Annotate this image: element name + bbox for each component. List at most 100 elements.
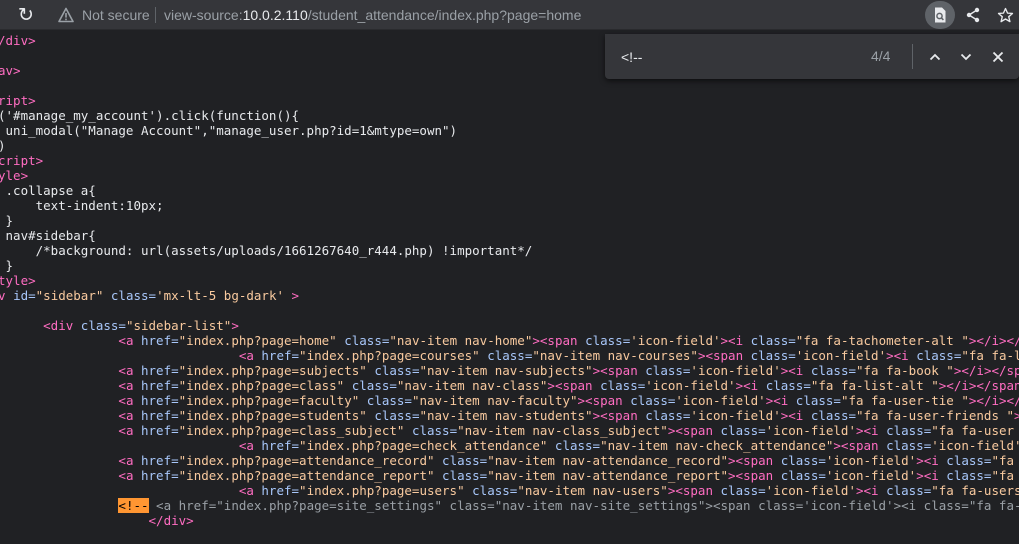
source-token: "index.php?page=attendance_record" bbox=[178, 453, 435, 468]
source-token: uni_modal("Manage Account","manage_user.… bbox=[0, 123, 458, 138]
source-token: class= bbox=[645, 363, 691, 378]
source-token: class= bbox=[600, 378, 646, 393]
source-line: <a href="index.php?page=class" class="na… bbox=[0, 378, 1019, 393]
source-token: class= bbox=[946, 453, 992, 468]
source-line: /div> bbox=[0, 33, 36, 48]
source-token: "fa fa-file " bbox=[991, 468, 1015, 483]
star-icon[interactable] bbox=[993, 3, 1017, 27]
source-token: href= bbox=[141, 408, 179, 423]
find-next-button[interactable] bbox=[954, 45, 978, 69]
source-token: ><span bbox=[547, 378, 601, 393]
source-token: } bbox=[5, 213, 14, 228]
source-token: "index.php?page=check_attendance" bbox=[299, 438, 548, 453]
source-token: <a bbox=[238, 348, 262, 363]
source-token: "fa fa-list-alt " bbox=[810, 378, 939, 393]
source-token: class= bbox=[780, 453, 826, 468]
source-token: class= bbox=[434, 453, 488, 468]
find-match-count: 4/4 bbox=[871, 48, 891, 64]
source-token: class= bbox=[750, 348, 796, 363]
source-token: class= bbox=[645, 408, 691, 423]
source-token: "index.php?page=faculty" bbox=[178, 393, 360, 408]
chevron-up-icon bbox=[929, 53, 941, 61]
source-token: > bbox=[284, 288, 300, 303]
source-token: .collapse a{ bbox=[0, 183, 96, 198]
source-token bbox=[0, 468, 118, 483]
source-token: v bbox=[0, 288, 6, 303]
find-divider bbox=[912, 44, 913, 69]
source-token: "fa fa-th-list " bbox=[991, 453, 1015, 468]
source-line: yle> bbox=[0, 168, 28, 183]
source-token: class= bbox=[336, 333, 390, 348]
security-status[interactable]: Not secure bbox=[82, 7, 150, 23]
chevron-down-icon bbox=[960, 53, 972, 61]
source-token: href= bbox=[141, 468, 179, 483]
source-token bbox=[0, 498, 118, 513]
warning-icon[interactable] bbox=[58, 7, 74, 23]
source-token: "fa fa-book " bbox=[856, 363, 954, 378]
source-token: "fa fa-user-friends " bbox=[856, 408, 1015, 423]
source-token: class= bbox=[404, 423, 458, 438]
source-token: "index.php?page=attendance_report" bbox=[178, 468, 435, 483]
source-line: ) bbox=[0, 138, 6, 153]
zoom-icon[interactable] bbox=[925, 1, 955, 29]
source-token: ><span bbox=[728, 453, 781, 468]
source-token: "nav-item nav-attendance_report" bbox=[487, 468, 729, 483]
source-token: 'mx-lt-5 bg-dark' bbox=[156, 288, 284, 303]
source-token: "index.php?page=students" bbox=[178, 408, 367, 423]
source-token: class= bbox=[366, 363, 420, 378]
source-token: <a href="index.php?page=site_settings" c… bbox=[156, 498, 1019, 513]
source-token bbox=[0, 483, 239, 498]
source-token bbox=[0, 408, 118, 423]
source-token: 'icon-field' bbox=[675, 393, 766, 408]
source-token: href= bbox=[141, 378, 179, 393]
source-token: class= bbox=[630, 393, 676, 408]
url-path: /student_attendance/index.php?page=home bbox=[307, 7, 582, 23]
source-line: } bbox=[0, 213, 14, 228]
source-token: "fa fa-tachometer-alt " bbox=[795, 333, 969, 348]
source-token bbox=[0, 378, 118, 393]
source-token: ><i bbox=[720, 333, 751, 348]
source-token: ><span bbox=[592, 408, 646, 423]
reload-icon[interactable]: ↻ bbox=[16, 5, 36, 25]
source-token: ><span bbox=[728, 468, 781, 483]
source-token: href= bbox=[141, 393, 179, 408]
source-token: /*background: url(assets/uploads/1661267… bbox=[0, 243, 533, 258]
source-token: class= bbox=[886, 483, 932, 498]
source-token: "sidebar-list" bbox=[125, 318, 232, 333]
source-line: <a href="index.php?page=class_subject" c… bbox=[0, 423, 1019, 438]
source-token: ><span bbox=[577, 393, 631, 408]
source-token: class= bbox=[765, 378, 811, 393]
source-line: ('#manage_my_account').click(function(){ bbox=[0, 108, 299, 123]
source-token bbox=[0, 363, 118, 378]
source-token: ><span bbox=[532, 333, 586, 348]
source-token: <a bbox=[118, 393, 141, 408]
source-token: class= bbox=[103, 288, 157, 303]
source-line: <a href="index.php?page=faculty" class="… bbox=[0, 393, 1019, 408]
source-line: </div> bbox=[0, 513, 194, 528]
source-token: "index.php?page=subjects" bbox=[178, 363, 367, 378]
close-icon bbox=[992, 51, 1004, 63]
source-token: class= bbox=[946, 468, 992, 483]
find-input[interactable] bbox=[621, 47, 851, 67]
find-bar: 4/4 bbox=[605, 34, 1019, 79]
source-token: <div bbox=[43, 318, 81, 333]
source-token: class= bbox=[886, 423, 932, 438]
source-token: av> bbox=[0, 63, 21, 78]
find-highlight: <!-- bbox=[118, 498, 149, 513]
source-token: > bbox=[231, 318, 239, 333]
source-token: "fa fa-user " bbox=[931, 423, 1015, 438]
source-token bbox=[0, 423, 118, 438]
share-icon[interactable] bbox=[961, 3, 985, 27]
url-prefix: view-source: bbox=[164, 7, 243, 23]
find-previous-button[interactable] bbox=[923, 45, 947, 69]
source-token: </div> bbox=[148, 513, 194, 528]
source-token: ><span bbox=[667, 483, 721, 498]
source-token: ) bbox=[0, 138, 6, 153]
source-token: } bbox=[5, 258, 14, 273]
find-close-button[interactable] bbox=[986, 45, 1010, 69]
source-token: "nav-item nav-courses" bbox=[532, 348, 698, 363]
address-bar[interactable]: view-source:10.0.2.110/student_attendanc… bbox=[164, 7, 581, 23]
url-host: 10.0.2.110 bbox=[242, 7, 308, 23]
source-line: } bbox=[0, 258, 14, 273]
source-token: href= bbox=[141, 423, 179, 438]
